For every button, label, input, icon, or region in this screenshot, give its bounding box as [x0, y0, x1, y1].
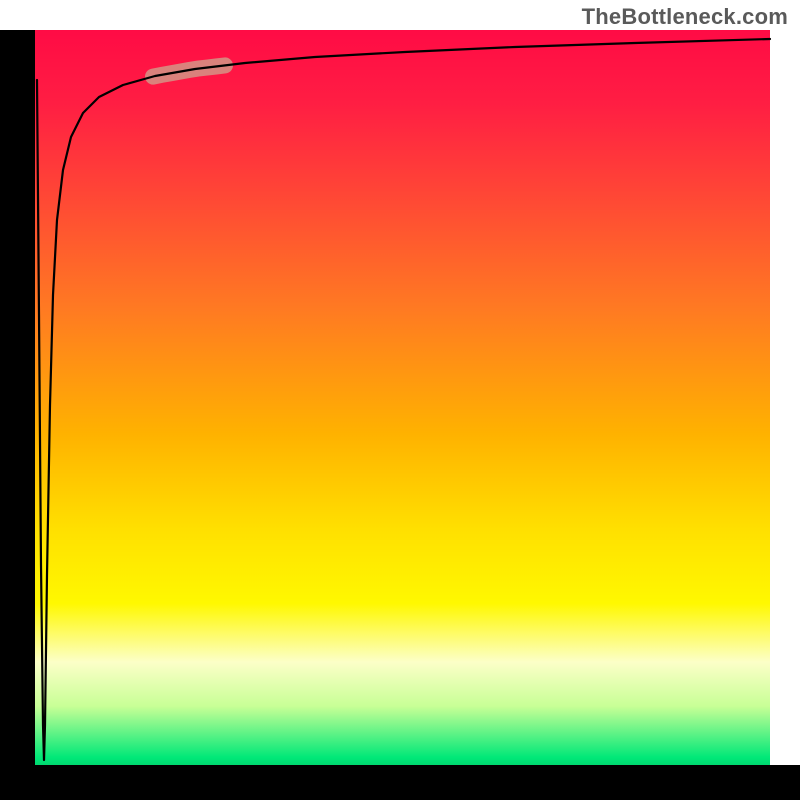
bottleneck-curve-path	[37, 39, 770, 760]
y-axis-border	[0, 30, 35, 765]
x-axis-border	[0, 765, 800, 800]
curve-svg	[35, 30, 770, 765]
chart-canvas: TheBottleneck.com	[0, 0, 800, 800]
attribution-text: TheBottleneck.com	[582, 4, 788, 30]
